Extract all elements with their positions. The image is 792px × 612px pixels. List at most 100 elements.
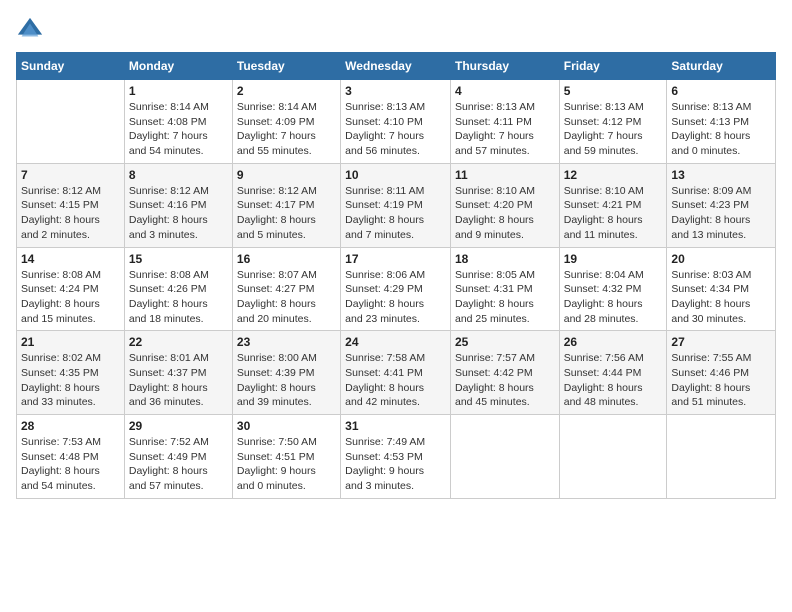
page-header bbox=[16, 16, 776, 44]
calendar-cell: 5 Sunrise: 8:13 AMSunset: 4:12 PMDaylight… bbox=[559, 80, 667, 164]
day-info: Sunrise: 8:08 AMSunset: 4:26 PMDaylight:… bbox=[129, 268, 228, 327]
calendar-cell: 13 Sunrise: 8:09 AMSunset: 4:23 PMDayligh… bbox=[667, 163, 776, 247]
day-info: Sunrise: 8:09 AMSunset: 4:23 PMDaylight:… bbox=[671, 184, 771, 243]
weekday-header: Tuesday bbox=[232, 53, 340, 80]
day-number: 13 bbox=[671, 168, 771, 182]
day-number: 21 bbox=[21, 335, 120, 349]
day-number: 22 bbox=[129, 335, 228, 349]
weekday-header: Friday bbox=[559, 53, 667, 80]
calendar-cell: 14 Sunrise: 8:08 AMSunset: 4:24 PMDayligh… bbox=[17, 247, 125, 331]
calendar-cell: 28Sunrise: 7:53 AMSunset: 4:48 PMDayligh… bbox=[17, 415, 125, 499]
day-number: 27 bbox=[671, 335, 771, 349]
calendar-week-row: 14 Sunrise: 8:08 AMSunset: 4:24 PMDayligh… bbox=[17, 247, 776, 331]
day-number: 12 bbox=[564, 168, 663, 182]
day-info: Sunrise: 8:00 AMSunset: 4:39 PMDaylight:… bbox=[237, 351, 336, 410]
calendar-cell bbox=[17, 80, 125, 164]
day-number: 24 bbox=[345, 335, 446, 349]
calendar-cell: 2 Sunrise: 8:14 AMSunset: 4:09 PMDaylight… bbox=[232, 80, 340, 164]
calendar-cell: 11 Sunrise: 8:10 AMSunset: 4:20 PMDayligh… bbox=[450, 163, 559, 247]
calendar-cell: 21Sunrise: 8:02 AMSunset: 4:35 PMDayligh… bbox=[17, 331, 125, 415]
day-number: 30 bbox=[237, 419, 336, 433]
calendar-cell: 20 Sunrise: 8:03 AMSunset: 4:34 PMDayligh… bbox=[667, 247, 776, 331]
day-number: 18 bbox=[455, 252, 555, 266]
day-info: Sunrise: 7:57 AMSunset: 4:42 PMDaylight:… bbox=[455, 351, 555, 410]
calendar-cell: 24 Sunrise: 7:58 AMSunset: 4:41 PMDayligh… bbox=[341, 331, 451, 415]
day-info: Sunrise: 8:10 AMSunset: 4:20 PMDaylight:… bbox=[455, 184, 555, 243]
calendar-cell: 15Sunrise: 8:08 AMSunset: 4:26 PMDayligh… bbox=[124, 247, 232, 331]
day-info: Sunrise: 8:05 AMSunset: 4:31 PMDaylight:… bbox=[455, 268, 555, 327]
day-info: Sunrise: 8:14 AMSunset: 4:09 PMDaylight:… bbox=[237, 100, 336, 159]
calendar-cell: 26 Sunrise: 7:56 AMSunset: 4:44 PMDayligh… bbox=[559, 331, 667, 415]
day-number: 4 bbox=[455, 84, 555, 98]
day-info: Sunrise: 8:13 AMSunset: 4:11 PMDaylight:… bbox=[455, 100, 555, 159]
day-number: 5 bbox=[564, 84, 663, 98]
day-number: 10 bbox=[345, 168, 446, 182]
weekday-header: Thursday bbox=[450, 53, 559, 80]
day-info: Sunrise: 8:04 AMSunset: 4:32 PMDaylight:… bbox=[564, 268, 663, 327]
day-number: 25 bbox=[455, 335, 555, 349]
day-info: Sunrise: 8:10 AMSunset: 4:21 PMDaylight:… bbox=[564, 184, 663, 243]
logo bbox=[16, 16, 48, 44]
calendar-week-row: 28Sunrise: 7:53 AMSunset: 4:48 PMDayligh… bbox=[17, 415, 776, 499]
calendar-table: SundayMondayTuesdayWednesdayThursdayFrid… bbox=[16, 52, 776, 499]
calendar-header-row: SundayMondayTuesdayWednesdayThursdayFrid… bbox=[17, 53, 776, 80]
calendar-cell: 30 Sunrise: 7:50 AMSunset: 4:51 PMDayligh… bbox=[232, 415, 340, 499]
day-info: Sunrise: 8:14 AMSunset: 4:08 PMDaylight:… bbox=[129, 100, 228, 159]
day-info: Sunrise: 8:13 AMSunset: 4:10 PMDaylight:… bbox=[345, 100, 446, 159]
day-number: 20 bbox=[671, 252, 771, 266]
day-info: Sunrise: 7:56 AMSunset: 4:44 PMDaylight:… bbox=[564, 351, 663, 410]
calendar-cell bbox=[559, 415, 667, 499]
calendar-cell: 25 Sunrise: 7:57 AMSunset: 4:42 PMDayligh… bbox=[450, 331, 559, 415]
weekday-header: Saturday bbox=[667, 53, 776, 80]
logo-icon bbox=[16, 16, 44, 44]
day-info: Sunrise: 8:06 AMSunset: 4:29 PMDaylight:… bbox=[345, 268, 446, 327]
calendar-cell: 12 Sunrise: 8:10 AMSunset: 4:21 PMDayligh… bbox=[559, 163, 667, 247]
calendar-week-row: 7Sunrise: 8:12 AMSunset: 4:15 PMDaylight… bbox=[17, 163, 776, 247]
calendar-cell: 10Sunrise: 8:11 AMSunset: 4:19 PMDayligh… bbox=[341, 163, 451, 247]
calendar-cell bbox=[450, 415, 559, 499]
day-info: Sunrise: 8:12 AMSunset: 4:16 PMDaylight:… bbox=[129, 184, 228, 243]
day-info: Sunrise: 8:07 AMSunset: 4:27 PMDaylight:… bbox=[237, 268, 336, 327]
weekday-header: Monday bbox=[124, 53, 232, 80]
day-info: Sunrise: 8:08 AMSunset: 4:24 PMDaylight:… bbox=[21, 268, 120, 327]
day-number: 7 bbox=[21, 168, 120, 182]
day-number: 16 bbox=[237, 252, 336, 266]
day-info: Sunrise: 7:50 AMSunset: 4:51 PMDaylight:… bbox=[237, 435, 336, 494]
day-info: Sunrise: 8:12 AMSunset: 4:17 PMDaylight:… bbox=[237, 184, 336, 243]
day-number: 1 bbox=[129, 84, 228, 98]
calendar-cell: 1 Sunrise: 8:14 AMSunset: 4:08 PMDaylight… bbox=[124, 80, 232, 164]
day-number: 19 bbox=[564, 252, 663, 266]
day-number: 2 bbox=[237, 84, 336, 98]
calendar-cell: 9 Sunrise: 8:12 AMSunset: 4:17 PMDaylight… bbox=[232, 163, 340, 247]
calendar-cell: 18 Sunrise: 8:05 AMSunset: 4:31 PMDayligh… bbox=[450, 247, 559, 331]
calendar-cell: 27 Sunrise: 7:55 AMSunset: 4:46 PMDayligh… bbox=[667, 331, 776, 415]
calendar-cell: 3 Sunrise: 8:13 AMSunset: 4:10 PMDaylight… bbox=[341, 80, 451, 164]
day-number: 23 bbox=[237, 335, 336, 349]
day-number: 9 bbox=[237, 168, 336, 182]
calendar-cell: 7Sunrise: 8:12 AMSunset: 4:15 PMDaylight… bbox=[17, 163, 125, 247]
calendar-week-row: 21Sunrise: 8:02 AMSunset: 4:35 PMDayligh… bbox=[17, 331, 776, 415]
day-info: Sunrise: 8:13 AMSunset: 4:12 PMDaylight:… bbox=[564, 100, 663, 159]
calendar-cell: 4 Sunrise: 8:13 AMSunset: 4:11 PMDaylight… bbox=[450, 80, 559, 164]
weekday-header: Sunday bbox=[17, 53, 125, 80]
weekday-header: Wednesday bbox=[341, 53, 451, 80]
day-number: 14 bbox=[21, 252, 120, 266]
calendar-cell: 19 Sunrise: 8:04 AMSunset: 4:32 PMDayligh… bbox=[559, 247, 667, 331]
calendar-cell bbox=[667, 415, 776, 499]
day-info: Sunrise: 7:58 AMSunset: 4:41 PMDaylight:… bbox=[345, 351, 446, 410]
day-info: Sunrise: 7:53 AMSunset: 4:48 PMDaylight:… bbox=[21, 435, 120, 494]
calendar-cell: 31Sunrise: 7:49 AMSunset: 4:53 PMDayligh… bbox=[341, 415, 451, 499]
day-info: Sunrise: 8:03 AMSunset: 4:34 PMDaylight:… bbox=[671, 268, 771, 327]
calendar-cell: 17Sunrise: 8:06 AMSunset: 4:29 PMDayligh… bbox=[341, 247, 451, 331]
calendar-cell: 8Sunrise: 8:12 AMSunset: 4:16 PMDaylight… bbox=[124, 163, 232, 247]
day-info: Sunrise: 7:52 AMSunset: 4:49 PMDaylight:… bbox=[129, 435, 228, 494]
calendar-cell: 16 Sunrise: 8:07 AMSunset: 4:27 PMDayligh… bbox=[232, 247, 340, 331]
day-number: 11 bbox=[455, 168, 555, 182]
day-number: 26 bbox=[564, 335, 663, 349]
calendar-cell: 23 Sunrise: 8:00 AMSunset: 4:39 PMDayligh… bbox=[232, 331, 340, 415]
day-info: Sunrise: 7:55 AMSunset: 4:46 PMDaylight:… bbox=[671, 351, 771, 410]
calendar-cell: 22 Sunrise: 8:01 AMSunset: 4:37 PMDayligh… bbox=[124, 331, 232, 415]
day-info: Sunrise: 8:01 AMSunset: 4:37 PMDaylight:… bbox=[129, 351, 228, 410]
day-number: 29 bbox=[129, 419, 228, 433]
day-number: 3 bbox=[345, 84, 446, 98]
